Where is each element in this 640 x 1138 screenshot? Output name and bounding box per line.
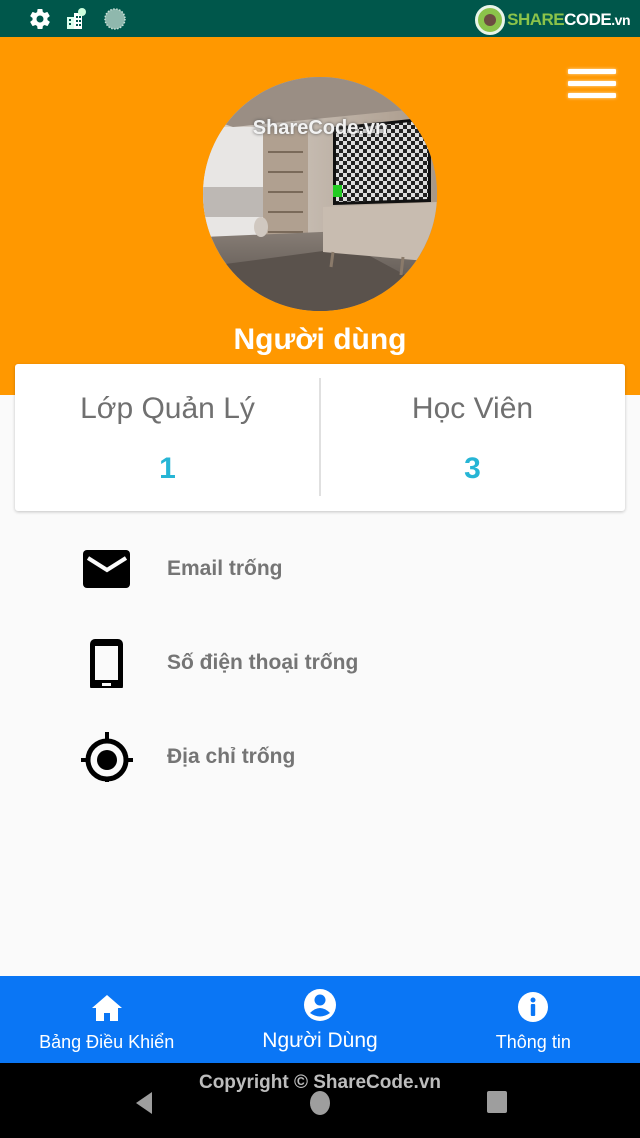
nav-label: Bảng Điều Khiển (39, 1032, 175, 1052)
recent-apps-icon[interactable] (487, 1091, 507, 1113)
nav-item-user[interactable]: Người Dùng (213, 976, 426, 1063)
home-icon (91, 995, 122, 1021)
hamburger-menu-icon[interactable] (568, 65, 618, 101)
nav-item-dashboard[interactable]: Bảng Điều Khiển (0, 976, 213, 1063)
info-icon (518, 992, 549, 1022)
location-icon (81, 732, 133, 782)
home-circle-icon[interactable] (310, 1091, 330, 1115)
stat-value: 3 (464, 452, 481, 485)
logo-badge-icon (475, 5, 506, 35)
stat-students[interactable]: Học Viên 3 (320, 364, 625, 511)
stats-card: Lớp Quản Lý 1 Học Viên 3 (15, 364, 625, 511)
logo-brand: SHARE (507, 10, 565, 29)
phone-icon (90, 639, 123, 688)
status-bar: SHARECODE.vn (0, 0, 640, 37)
bottom-navigation: Bảng Điều Khiển Người Dùng Thông tin (0, 976, 640, 1063)
stat-managed-classes[interactable]: Lớp Quản Lý 1 (15, 364, 320, 511)
email-text: Email trống (167, 557, 283, 580)
gear-icon (30, 8, 50, 30)
nav-label: Người Dùng (262, 1029, 378, 1052)
address-text: Địa chỉ trống (167, 745, 296, 768)
circle-icon (104, 8, 126, 30)
username: Người dùng (233, 323, 407, 356)
info-row-phone[interactable]: Số điện thoại trống (0, 628, 640, 688)
avatar-room-image (203, 77, 437, 311)
info-row-address[interactable]: Địa chỉ trống (0, 722, 640, 782)
email-icon (83, 550, 130, 588)
logo-brand2: CODE (564, 10, 612, 29)
user-icon (303, 989, 336, 1021)
profile-header: ShareCode.vn Người dùng (0, 37, 640, 395)
sharecode-logo: SHARECODE.vn (475, 5, 630, 35)
stat-label: Lớp Quản Lý (80, 392, 255, 425)
nav-label: Thông tin (495, 1032, 571, 1052)
phone-text: Số điện thoại trống (167, 651, 359, 674)
logo-suffix: .vn (611, 12, 630, 28)
stat-value: 1 (159, 452, 176, 485)
city-icon (67, 8, 86, 29)
screen: SHARECODE.vn ShareCode.vn Người dùng Lớp… (0, 0, 640, 1138)
stat-label: Học Viên (411, 392, 534, 425)
back-icon[interactable] (134, 1091, 154, 1115)
system-navigation-bar: Copyright © ShareCode.vn (0, 1063, 640, 1138)
info-row-email[interactable]: Email trống (0, 534, 640, 594)
avatar[interactable]: ShareCode.vn (203, 77, 437, 311)
avatar-watermark: ShareCode.vn (252, 117, 388, 139)
nav-item-info[interactable]: Thông tin (427, 976, 640, 1063)
